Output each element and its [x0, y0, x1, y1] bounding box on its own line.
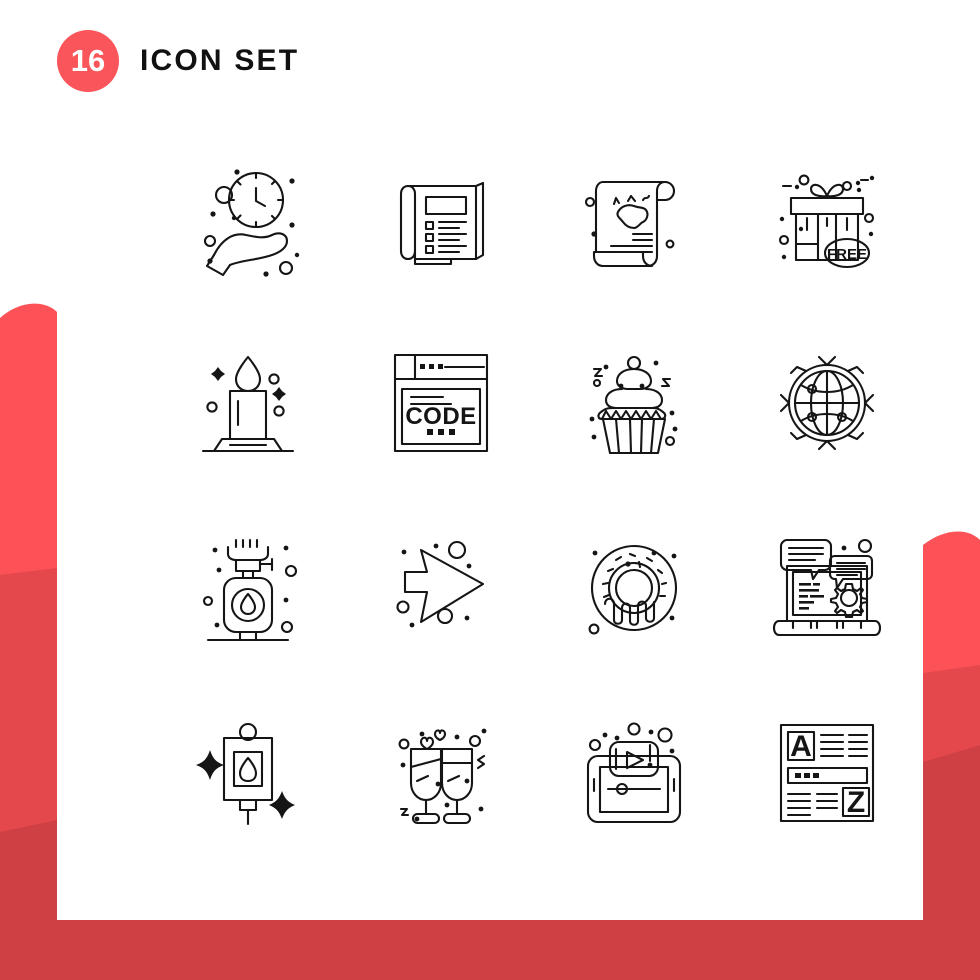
- decor-left-mid: [0, 568, 57, 920]
- icon-cell-iv-drip-bag[interactable]: [151, 680, 344, 865]
- dictionary-letter-a: A: [790, 730, 812, 763]
- icon-cell-arrow-right[interactable]: [344, 495, 537, 680]
- page-title: ICON SET: [140, 44, 300, 77]
- tablet-video-player-icon: [586, 721, 681, 823]
- content-card: 16 ICON SET FREE CODE A Z: [57, 0, 923, 920]
- icon-cell-cupcake[interactable]: [537, 310, 730, 495]
- code-label: CODE: [405, 403, 476, 430]
- icon-set-poster: 16 ICON SET FREE CODE A Z: [0, 0, 980, 980]
- icon-count-badge: 16: [57, 30, 119, 92]
- australia-scroll-icon: [584, 180, 675, 267]
- icon-cell-donut[interactable]: [537, 495, 730, 680]
- icon-cell-candle[interactable]: [151, 310, 344, 495]
- hand-holding-clock-icon: [203, 168, 299, 277]
- icon-cell-gas-cylinder-stove[interactable]: [151, 495, 344, 680]
- icon-cell-free-gift-box[interactable]: FREE: [730, 125, 923, 310]
- icon-grid: FREE CODE A Z: [151, 125, 923, 865]
- decor-right-dark: [923, 745, 980, 920]
- global-network-icon: [779, 355, 874, 450]
- iv-drip-bag-icon: [195, 722, 295, 825]
- decor-left-light: [0, 303, 57, 921]
- catalog-booklet-icon: [399, 181, 484, 265]
- dictionary-letter-z: Z: [846, 786, 864, 819]
- gift-free-label: FREE: [826, 246, 866, 263]
- icon-cell-australia-scroll[interactable]: [537, 125, 730, 310]
- poster-header: 16 ICON SET: [57, 30, 299, 92]
- code-browser-window-icon: CODE: [393, 353, 488, 452]
- gas-cylinder-stove-icon: [202, 538, 297, 641]
- icon-cell-hand-holding-clock[interactable]: [151, 125, 344, 310]
- icon-cell-catalog-booklet[interactable]: [344, 125, 537, 310]
- icon-cell-code-browser-window[interactable]: CODE: [344, 310, 537, 495]
- cupcake-icon: [589, 355, 677, 454]
- free-gift-box-icon: FREE: [778, 174, 874, 268]
- donut-icon: [588, 544, 677, 634]
- icon-cell-tablet-video-player[interactable]: [537, 680, 730, 865]
- icon-cell-global-network[interactable]: [730, 310, 923, 495]
- icon-cell-dictionary-page[interactable]: A Z: [730, 680, 923, 865]
- decor-bottom-band: [0, 920, 980, 980]
- icon-cell-champagne-toast[interactable]: [344, 680, 537, 865]
- candle-icon: [201, 355, 294, 452]
- icon-cell-laptop-support-chat[interactable]: [730, 495, 923, 680]
- decor-right-mid: [923, 665, 980, 920]
- dictionary-page-icon: A Z: [779, 723, 874, 822]
- arrow-right-icon: [395, 540, 484, 627]
- decor-left-dark: [0, 820, 57, 920]
- decor-right-light: [923, 531, 980, 920]
- champagne-toast-icon: [398, 728, 486, 824]
- laptop-support-chat-icon: [772, 538, 881, 636]
